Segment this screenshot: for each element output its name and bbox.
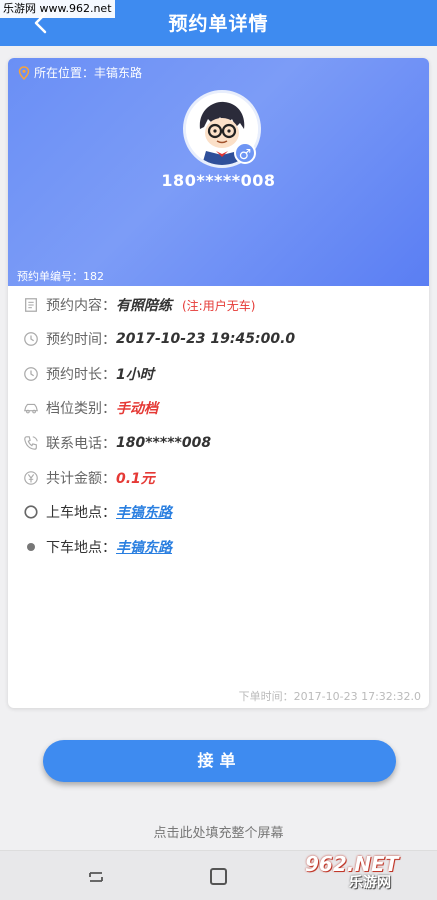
brand-watermark-logo: 962.NET 乐游网	[305, 852, 398, 892]
detail-row-gear: 档位类别： 手动档	[22, 397, 158, 419]
user-phone-number: 180*****008	[161, 171, 276, 190]
order-created-time: 下单时间：2017-10-23 17:32:32.0	[238, 690, 421, 703]
detail-row-pickup: 上车地点： 丰镐东路	[22, 501, 172, 523]
detail-row-time: 预约时间： 2017-10-23 19:45:00.0	[22, 328, 295, 350]
detail-label: 档位类别：	[46, 401, 116, 417]
user-hero-panel: 所在位置：丰镐东路 ♂ 180*****008 预约单编号：182	[8, 58, 429, 286]
accept-order-button[interactable]: 接单	[43, 740, 396, 782]
hollow-circle-icon	[22, 503, 40, 521]
watermark-sub: 乐游网	[349, 875, 391, 891]
order-detail-card: 所在位置：丰镐东路 ♂ 180*****008 预约单编号：182 预约内容： …	[8, 58, 429, 708]
car-icon	[22, 399, 40, 417]
clock-icon	[22, 365, 40, 383]
detail-value: 0.1元	[116, 471, 155, 487]
detail-value: 2017-10-23 19:45:00.0	[116, 331, 296, 347]
detail-row-dropoff: 下车地点： 丰镐东路	[22, 536, 172, 558]
detail-label: 上车地点：	[46, 505, 116, 521]
detail-label: 预约时长：	[46, 367, 116, 383]
location-line: 所在位置：丰镐东路	[18, 64, 142, 81]
detail-label: 联系电话：	[46, 436, 116, 452]
order-number: 预约单编号：182	[17, 270, 104, 283]
clock-icon	[22, 330, 40, 348]
detail-value: 有照陪练	[116, 298, 172, 314]
filled-dot-icon	[22, 538, 40, 556]
gender-male-badge: ♂	[234, 142, 256, 164]
detail-label: 下车地点：	[46, 540, 116, 556]
detail-value[interactable]: 180*****008	[116, 435, 211, 451]
detail-row-amount: 共计金额： 0.1元	[22, 467, 155, 489]
recent-apps-icon[interactable]	[88, 869, 104, 885]
detail-row-duration: 预约时长： 1小时	[22, 363, 154, 385]
fill-screen-hint[interactable]: 点击此处填充整个屏幕	[0, 822, 437, 841]
home-button-icon[interactable]	[210, 868, 227, 885]
phone-icon	[22, 434, 40, 452]
detail-value: 1小时	[116, 367, 154, 383]
detail-row-content: 预约内容： 有照陪练 (注:用户无车)	[22, 294, 255, 316]
detail-label: 共计金额：	[46, 471, 116, 487]
location-pin-icon	[18, 65, 30, 80]
yen-icon	[22, 469, 40, 487]
location-text: 所在位置：丰镐东路	[34, 66, 143, 80]
detail-label: 预约内容：	[46, 298, 116, 314]
detail-note: (注:用户无车)	[182, 298, 256, 313]
detail-row-phone: 联系电话： 180*****008	[22, 432, 211, 454]
detail-value: 手动档	[116, 401, 158, 417]
pickup-location-link[interactable]: 丰镐东路	[116, 502, 172, 522]
detail-label: 预约时间：	[46, 332, 116, 348]
receipt-icon	[22, 296, 40, 314]
dropoff-location-link[interactable]: 丰镐东路	[116, 537, 172, 557]
site-watermark: 乐游网 www.962.net	[0, 0, 115, 18]
